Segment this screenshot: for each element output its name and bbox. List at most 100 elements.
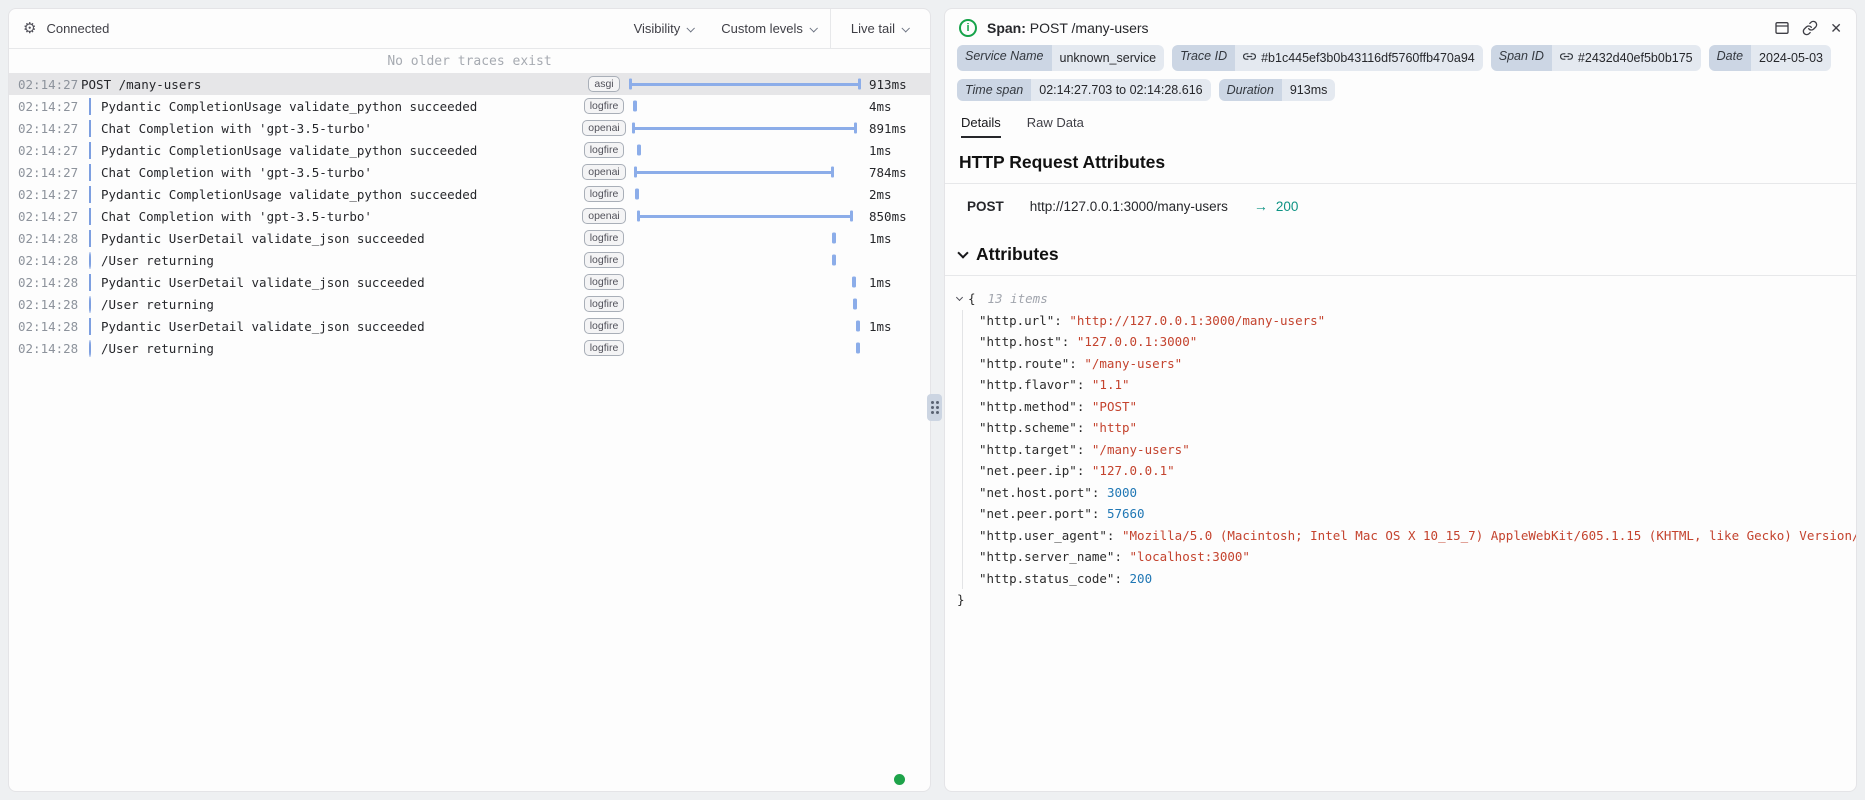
gear-icon[interactable]: ⚙ bbox=[23, 21, 36, 36]
tab-raw-data[interactable]: Raw Data bbox=[1027, 115, 1084, 138]
json-key: "net.peer.port": bbox=[979, 506, 1107, 521]
trace-row[interactable]: 02:14:28Pydantic UserDetail validate_jso… bbox=[9, 315, 930, 337]
json-value: 3000 bbox=[1107, 485, 1137, 500]
meta-badge[interactable]: Span ID#2432d40ef5b0b175 bbox=[1491, 45, 1701, 71]
meta-badge[interactable]: Date2024-05-03 bbox=[1709, 45, 1831, 71]
no-older-traces-notice: No older traces exist bbox=[9, 49, 930, 73]
panel-resize-handle[interactable] bbox=[927, 394, 942, 421]
badge-row: Time span02:14:27.703 to 02:14:28.616 Dur… bbox=[945, 79, 1856, 102]
json-entry: "http.user_agent": "Mozilla/5.0 (Macinto… bbox=[979, 525, 1842, 547]
duration-bar bbox=[633, 127, 856, 130]
duration-bar bbox=[635, 171, 833, 174]
duration-track bbox=[630, 73, 860, 95]
tag-badge[interactable]: logfire bbox=[584, 98, 625, 115]
tag-badge[interactable]: logfire bbox=[584, 186, 625, 203]
duration-track bbox=[630, 293, 860, 315]
tag-badge[interactable]: logfire bbox=[584, 274, 625, 291]
json-key: "http.user_agent": bbox=[979, 528, 1122, 543]
meta-badge[interactable]: Trace ID#b1c445ef3b0b43116df5760ffb470a9… bbox=[1172, 45, 1483, 71]
chevron-down-icon bbox=[901, 24, 909, 32]
row-duration: 1ms bbox=[860, 319, 930, 334]
log-circle-icon bbox=[89, 340, 91, 357]
items-count: 13 items bbox=[988, 288, 1048, 310]
tag-badge[interactable]: logfire bbox=[584, 142, 625, 159]
tab-details[interactable]: Details bbox=[961, 115, 1001, 138]
json-entry: "net.peer.ip": "127.0.0.1" bbox=[979, 460, 1842, 482]
row-duration: 4ms bbox=[860, 99, 930, 114]
span-name: /User returning bbox=[101, 341, 578, 356]
badge-value: 2024-05-03 bbox=[1751, 45, 1831, 71]
span-diamond-icon bbox=[89, 186, 91, 203]
trace-row[interactable]: 02:14:28/User returning logfire bbox=[9, 337, 930, 359]
attributes-section-toggle[interactable]: Attributes bbox=[945, 220, 1856, 275]
trace-row[interactable]: 02:14:27POST /many-usersasgi913ms bbox=[9, 73, 930, 95]
tag-badge[interactable]: logfire bbox=[584, 318, 625, 335]
row-timestamp: 02:14:27 bbox=[9, 187, 73, 202]
trace-row[interactable]: 02:14:27Chat Completion with 'gpt-3.5-tu… bbox=[9, 117, 930, 139]
close-brace: } bbox=[957, 589, 1842, 611]
section-title: HTTP Request Attributes bbox=[945, 138, 1856, 183]
tag-badge[interactable]: logfire bbox=[584, 296, 625, 313]
live-tail-dropdown[interactable]: Live tail bbox=[830, 9, 930, 48]
collapse-node-icon[interactable] bbox=[956, 294, 963, 301]
row-duration: 784ms bbox=[860, 165, 930, 180]
badge-value: 02:14:27.703 to 02:14:28.616 bbox=[1031, 79, 1210, 102]
duration-tick bbox=[832, 233, 836, 244]
trace-row[interactable]: 02:14:28/User returninglogfire bbox=[9, 293, 930, 315]
json-entry: "http.method": "POST" bbox=[979, 396, 1842, 418]
tag-badge[interactable]: openai bbox=[582, 208, 626, 225]
trace-row[interactable]: 02:14:27Chat Completion with 'gpt-3.5-tu… bbox=[9, 205, 930, 227]
trace-toolbar: ⚙ Connected Visibility Custom levels Liv… bbox=[9, 9, 930, 49]
trace-row[interactable]: 02:14:27 Pydantic CompletionUsage validat… bbox=[9, 183, 930, 205]
meta-badge[interactable]: Service Nameunknown_service bbox=[957, 45, 1164, 71]
duration-track bbox=[630, 95, 860, 117]
meta-badge[interactable]: Duration913ms bbox=[1219, 79, 1336, 102]
duration-bar bbox=[630, 83, 860, 86]
json-value: "/many-users" bbox=[1084, 356, 1182, 371]
json-value: "POST" bbox=[1092, 399, 1137, 414]
json-key: "http.status_code": bbox=[979, 571, 1130, 586]
http-method: POST bbox=[967, 199, 1004, 214]
tag-badge[interactable]: asgi bbox=[588, 76, 619, 93]
custom-levels-label: Custom levels bbox=[721, 21, 803, 36]
meta-badge[interactable]: Time span02:14:27.703 to 02:14:28.616 bbox=[957, 79, 1211, 102]
visibility-dropdown[interactable]: Visibility bbox=[620, 9, 708, 48]
span-name: Pydantic CompletionUsage validate_python… bbox=[101, 187, 578, 202]
tag-badge[interactable]: openai bbox=[582, 120, 626, 137]
tag-badge[interactable]: logfire bbox=[584, 252, 625, 269]
json-entry: "http.server_name": "localhost:3000" bbox=[979, 546, 1842, 568]
json-key: "net.peer.ip": bbox=[979, 463, 1092, 478]
custom-levels-dropdown[interactable]: Custom levels bbox=[707, 9, 830, 48]
span-name: Chat Completion with 'gpt-3.5-turbo' bbox=[101, 165, 578, 180]
close-icon[interactable]: ✕ bbox=[1830, 21, 1842, 35]
json-value: "Mozilla/5.0 (Macintosh; Intel Mac OS X … bbox=[1122, 528, 1857, 543]
span-diamond-icon bbox=[89, 120, 91, 137]
span-diamond-icon bbox=[89, 230, 91, 247]
arrow-right-icon: → bbox=[1254, 198, 1268, 214]
tag-badge[interactable]: logfire bbox=[584, 230, 625, 247]
json-value: "/many-users" bbox=[1092, 442, 1190, 457]
trace-row[interactable]: 02:14:28Pydantic UserDetail validate_jso… bbox=[9, 271, 930, 293]
trace-row[interactable]: 02:14:28Pydantic UserDetail validate_jso… bbox=[9, 227, 930, 249]
badge-value: #2432d40ef5b0b175 bbox=[1552, 45, 1701, 71]
duration-tick bbox=[635, 189, 639, 200]
duration-track bbox=[630, 249, 860, 271]
tag-badge[interactable]: logfire bbox=[584, 340, 625, 357]
tag-badge[interactable]: openai bbox=[582, 164, 626, 181]
duration-tick bbox=[856, 343, 860, 354]
dock-panel-icon[interactable] bbox=[1774, 20, 1790, 36]
json-value: "127.0.0.1" bbox=[1092, 463, 1175, 478]
trace-row[interactable]: 02:14:28/User returninglogfire bbox=[9, 249, 930, 271]
trace-row[interactable]: 02:14:27Chat Completion with 'gpt-3.5-tu… bbox=[9, 161, 930, 183]
chevron-down-icon bbox=[809, 24, 817, 32]
json-key: "http.route": bbox=[979, 356, 1084, 371]
trace-row[interactable]: 02:14:27Pydantic CompletionUsage validat… bbox=[9, 139, 930, 161]
row-timestamp: 02:14:28 bbox=[9, 341, 73, 356]
span-name: Pydantic CompletionUsage validate_python… bbox=[101, 99, 578, 114]
copy-link-icon[interactable] bbox=[1802, 20, 1818, 36]
span-name: Chat Completion with 'gpt-3.5-turbo' bbox=[101, 121, 578, 136]
badge-value: #b1c445ef3b0b43116df5760ffb470a94 bbox=[1235, 45, 1483, 71]
trace-row[interactable]: 02:14:27Pydantic CompletionUsage validat… bbox=[9, 95, 930, 117]
json-entry: "http.flavor": "1.1" bbox=[979, 374, 1842, 396]
row-timestamp: 02:14:27 bbox=[9, 209, 73, 224]
